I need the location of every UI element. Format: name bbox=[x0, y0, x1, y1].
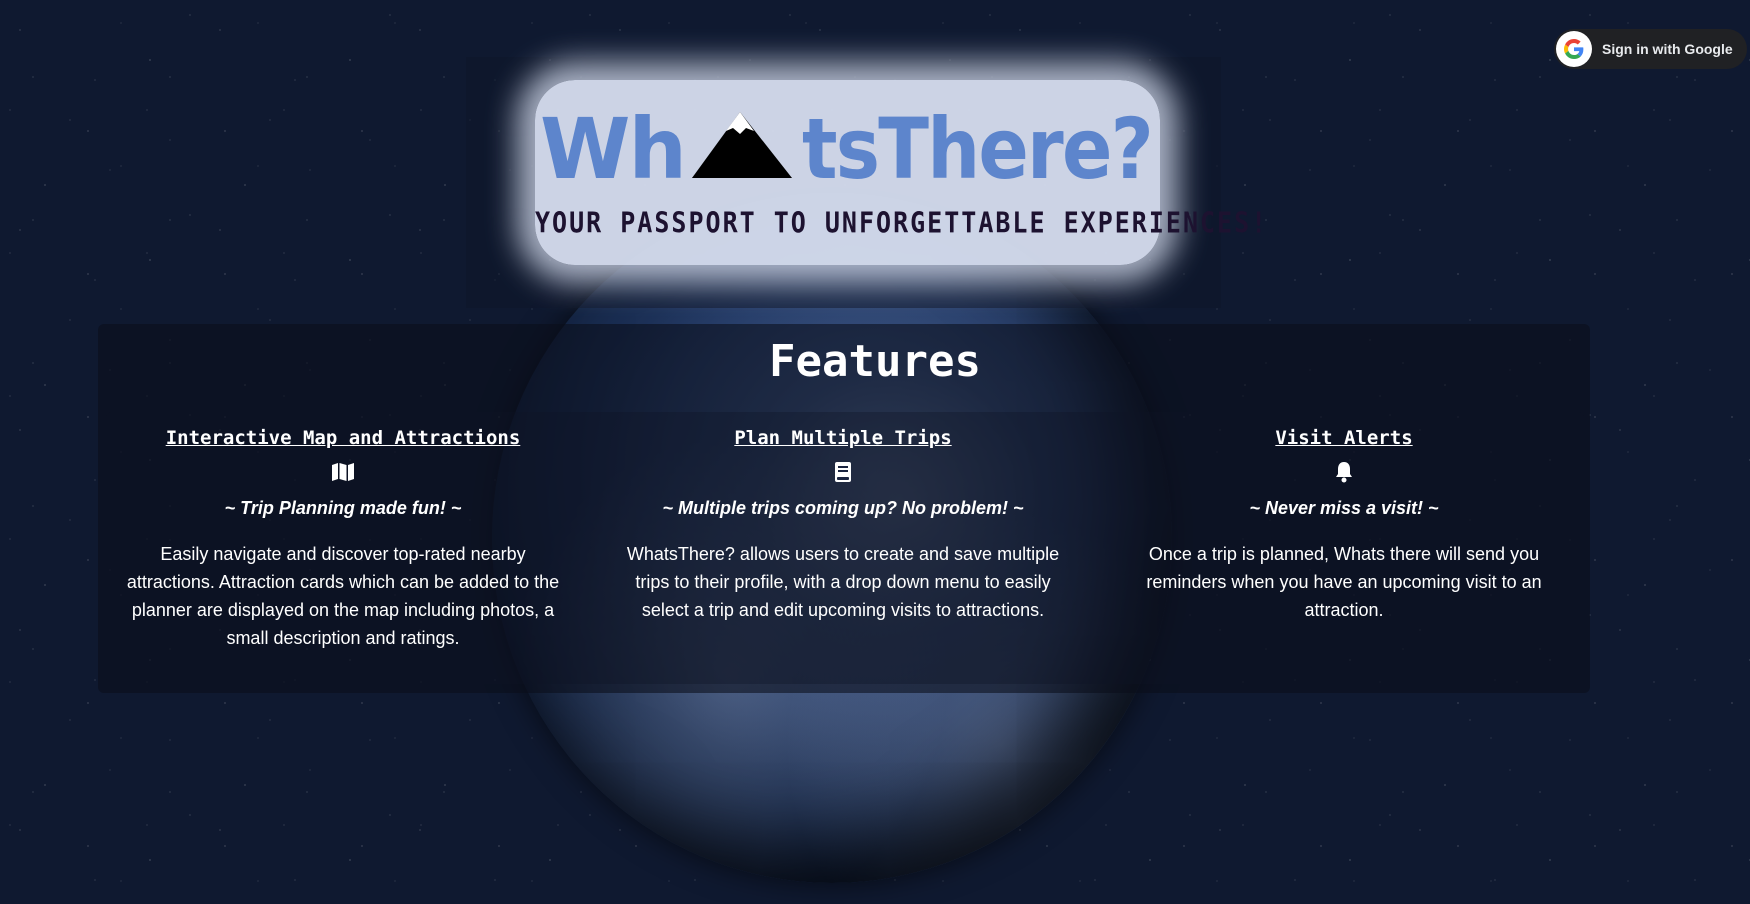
features-title: Features bbox=[769, 336, 981, 387]
feature-title: Plan Multiple Trips bbox=[734, 427, 952, 449]
mountain-icon bbox=[692, 112, 792, 178]
feature-title: Interactive Map and Attractions bbox=[165, 427, 521, 449]
bell-icon bbox=[1124, 457, 1564, 487]
feature-slogan: ~ Never miss a visit! ~ bbox=[1249, 498, 1439, 518]
feature-title: Visit Alerts bbox=[1275, 427, 1413, 449]
book-icon bbox=[623, 457, 1063, 487]
google-signin-button[interactable]: Sign in with Google bbox=[1554, 29, 1747, 69]
tagline: YOUR PASSPORT TO UNFORGETTABLE EXPERIENC… bbox=[535, 205, 1269, 240]
feature-card-trips: Plan Multiple Trips ~ Multiple trips com… bbox=[623, 427, 1063, 624]
feature-card-alerts: Visit Alerts ~ Never miss a visit! ~ Onc… bbox=[1124, 427, 1564, 624]
logo-text-start: Wh bbox=[540, 100, 685, 190]
map-icon bbox=[123, 457, 563, 487]
feature-slogan: ~ Trip Planning made fun! ~ bbox=[224, 498, 462, 518]
google-logo-icon bbox=[1556, 31, 1592, 67]
feature-description: Once a trip is planned, Whats there will… bbox=[1146, 544, 1542, 620]
feature-card-map: Interactive Map and Attractions ~ Trip P… bbox=[123, 427, 563, 652]
whatsthere-logo: Wh tsThere? bbox=[540, 100, 1154, 190]
google-signin-label: Sign in with Google bbox=[1602, 41, 1733, 57]
logo-text-end: tsThere? bbox=[802, 100, 1152, 190]
feature-description: WhatsThere? allows users to create and s… bbox=[626, 544, 1060, 620]
feature-slogan: ~ Multiple trips coming up? No problem! … bbox=[662, 498, 1024, 518]
feature-description: Easily navigate and discover top-rated n… bbox=[126, 544, 560, 648]
